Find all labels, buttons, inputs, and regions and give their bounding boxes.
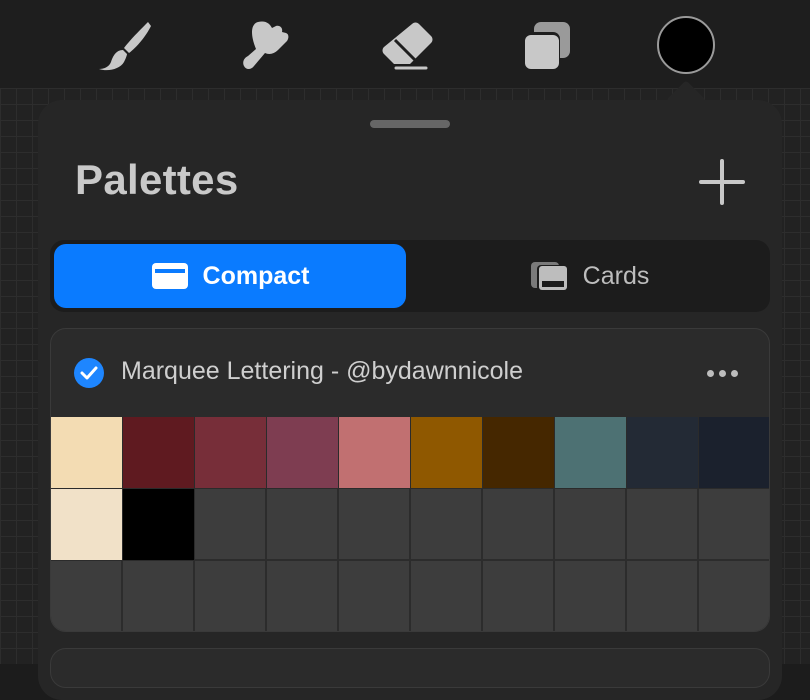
color-swatch[interactable] xyxy=(483,417,555,489)
default-palette-checkmark-icon[interactable] xyxy=(74,358,104,388)
color-swatch[interactable] xyxy=(627,417,699,489)
empty-swatch[interactable] xyxy=(339,489,411,561)
layers-icon xyxy=(522,22,570,70)
empty-swatch[interactable] xyxy=(555,489,627,561)
palette-name: Marquee Lettering - @bydawnnicole xyxy=(121,357,523,385)
cards-view-button[interactable]: Cards xyxy=(412,244,766,308)
color-swatch[interactable] xyxy=(51,417,123,489)
empty-swatch[interactable] xyxy=(411,489,483,561)
layers-tool-button[interactable] xyxy=(516,16,576,76)
smudge-icon xyxy=(243,21,289,70)
empty-swatch[interactable] xyxy=(699,561,769,631)
palette-card: Marquee Lettering - @bydawnnicole xyxy=(50,328,770,632)
color-swatch[interactable] xyxy=(195,417,267,489)
color-swatch[interactable] xyxy=(699,417,769,489)
empty-swatch[interactable] xyxy=(555,561,627,631)
panel-grabber[interactable] xyxy=(370,120,450,128)
empty-swatch[interactable] xyxy=(267,489,339,561)
empty-swatch[interactable] xyxy=(483,561,555,631)
color-swatch[interactable] xyxy=(123,417,195,489)
palette-swatch-grid xyxy=(51,417,769,631)
empty-swatch[interactable] xyxy=(267,561,339,631)
color-picker-button[interactable] xyxy=(654,13,718,77)
empty-swatch[interactable] xyxy=(627,489,699,561)
empty-swatch[interactable] xyxy=(51,561,123,631)
top-toolbar xyxy=(0,0,810,88)
color-swatch-icon xyxy=(657,16,715,74)
palette-more-options-icon[interactable] xyxy=(697,359,747,387)
eraser-icon xyxy=(382,22,433,70)
cards-view-icon xyxy=(530,262,567,291)
panel-title: Palettes xyxy=(75,156,239,203)
color-swatch[interactable] xyxy=(123,489,195,561)
palette-header[interactable]: Marquee Lettering - @bydawnnicole xyxy=(51,329,769,417)
color-swatch[interactable] xyxy=(267,417,339,489)
color-swatch[interactable] xyxy=(339,417,411,489)
empty-swatch[interactable] xyxy=(411,561,483,631)
color-swatch[interactable] xyxy=(51,489,123,561)
empty-swatch[interactable] xyxy=(123,561,195,631)
color-swatch[interactable] xyxy=(555,417,627,489)
smudge-tool-button[interactable] xyxy=(236,16,296,76)
empty-swatch[interactable] xyxy=(483,489,555,561)
eraser-tool-button[interactable] xyxy=(376,16,436,76)
empty-swatch[interactable] xyxy=(627,561,699,631)
compact-view-icon xyxy=(151,263,188,289)
view-mode-segmented-control: Compact Cards xyxy=(50,240,770,312)
plus-icon xyxy=(699,159,745,205)
empty-swatch[interactable] xyxy=(195,489,267,561)
brush-icon xyxy=(99,22,151,71)
brush-tool-button[interactable] xyxy=(96,16,156,76)
empty-swatch[interactable] xyxy=(699,489,769,561)
next-palette-card xyxy=(50,648,770,688)
compact-view-button[interactable]: Compact xyxy=(54,244,406,308)
cards-view-label: Cards xyxy=(582,261,650,290)
empty-swatch[interactable] xyxy=(195,561,267,631)
add-palette-button[interactable] xyxy=(694,154,750,210)
empty-swatch[interactable] xyxy=(339,561,411,631)
color-swatch[interactable] xyxy=(411,417,483,489)
compact-view-label: Compact xyxy=(202,261,310,290)
